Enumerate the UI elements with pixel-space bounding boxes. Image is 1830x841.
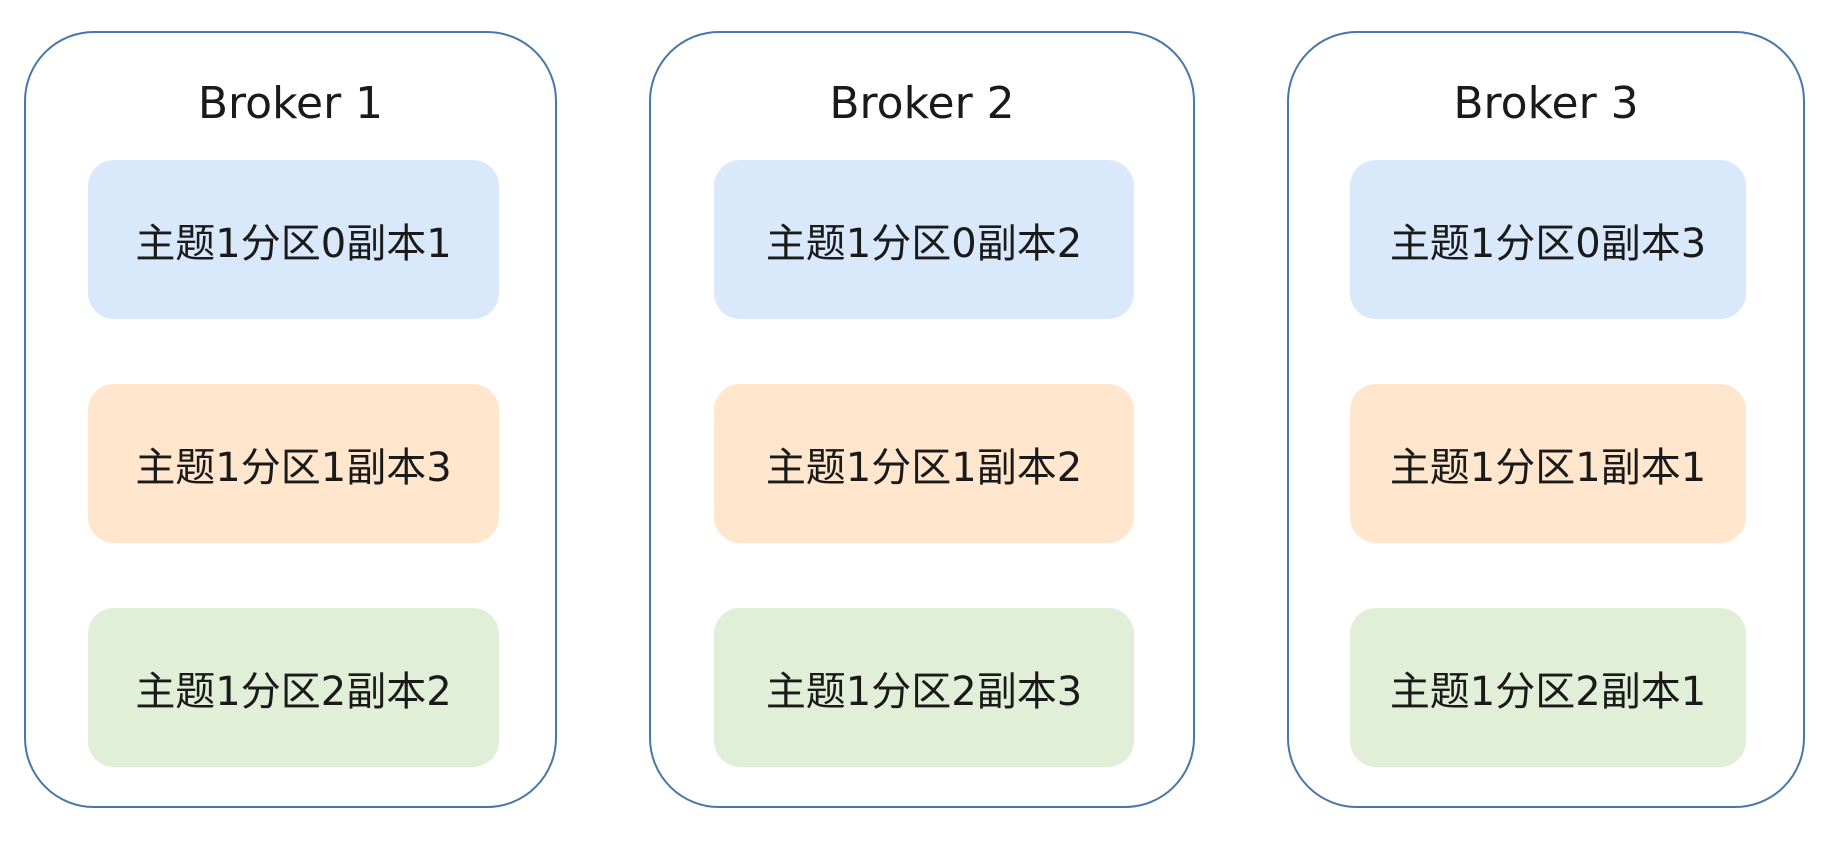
replica-box-partition-2: 主题1分区2副本3 xyxy=(714,608,1134,767)
replica-box-partition-0: 主题1分区0副本1 xyxy=(88,160,499,319)
broker-title: Broker 1 xyxy=(197,78,384,129)
replica-box-partition-2: 主题1分区2副本2 xyxy=(88,608,499,767)
replica-box-partition-0: 主题1分区0副本3 xyxy=(1350,160,1746,319)
broker-1-container: Broker 1 主题1分区0副本1 主题1分区1副本3 主题1分区2副本2 xyxy=(24,31,557,808)
broker-title: Broker 2 xyxy=(829,78,1015,129)
broker-2-container: Broker 2 主题1分区0副本2 主题1分区1副本2 主题1分区2副本3 xyxy=(649,31,1195,808)
broker-title: Broker 3 xyxy=(1453,78,1639,129)
replica-box-partition-0: 主题1分区0副本2 xyxy=(714,160,1134,319)
replica-box-partition-1: 主题1分区1副本2 xyxy=(714,384,1134,543)
replica-box-partition-1: 主题1分区1副本1 xyxy=(1350,384,1746,543)
replica-box-partition-2: 主题1分区2副本1 xyxy=(1350,608,1746,767)
replica-box-partition-1: 主题1分区1副本3 xyxy=(88,384,499,543)
broker-3-container: Broker 3 主题1分区0副本3 主题1分区1副本1 主题1分区2副本1 xyxy=(1287,31,1805,808)
